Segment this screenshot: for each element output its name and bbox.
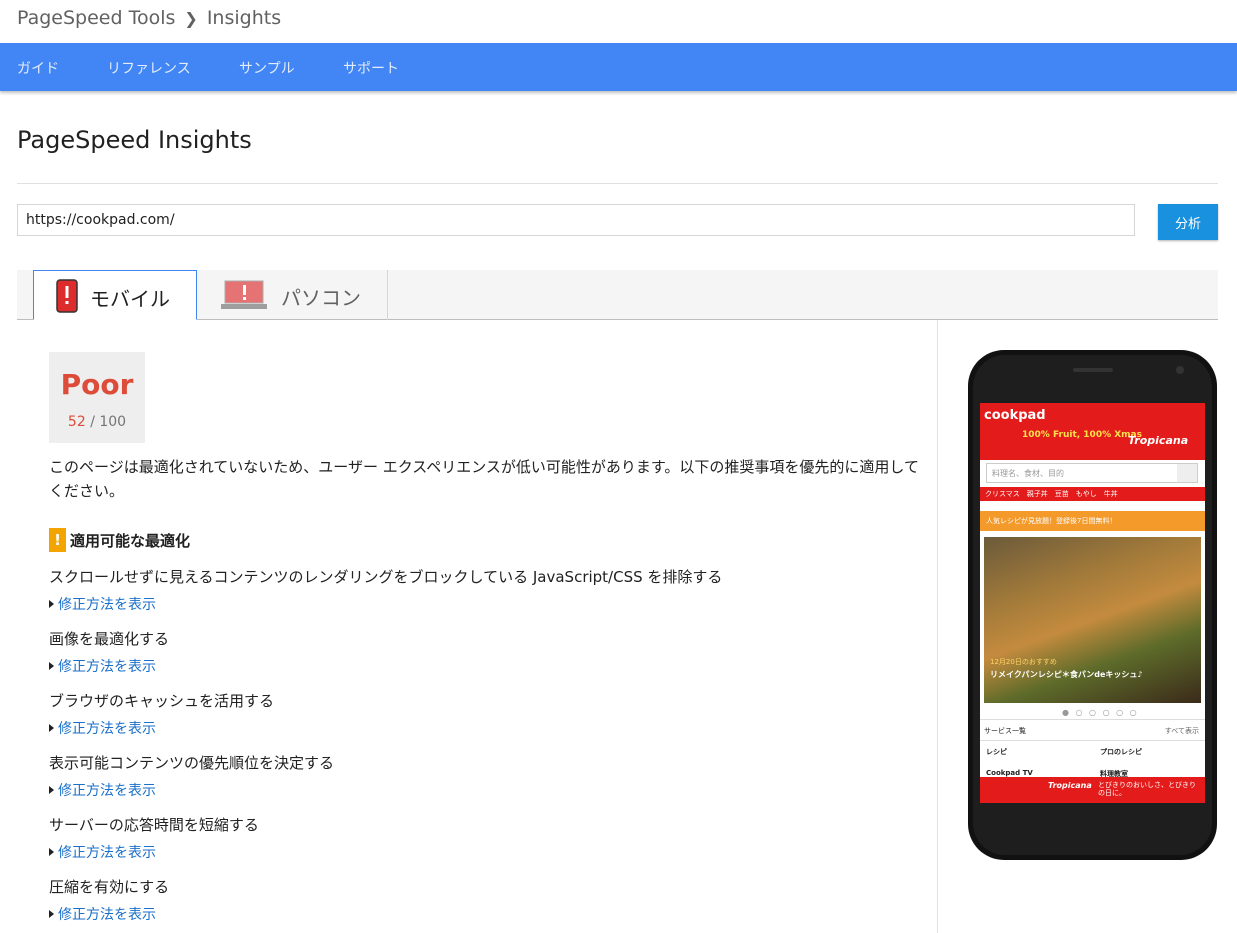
preview-cell: Cookpad TV [986, 769, 1033, 777]
show-fix-label: 修正方法を表示 [58, 907, 156, 923]
preview-food-photo: 12月20日のおすすめ リメイクパンレシピ＊食パンdeキッシュ♪ [984, 537, 1201, 703]
preview-footer-text: とびきりのおいしさ、とびきりの日に。 [1098, 781, 1196, 797]
page-title: PageSpeed Insights [17, 126, 252, 154]
show-fix-link[interactable]: 修正方法を表示 [49, 594, 156, 614]
show-fix-label: 修正方法を表示 [58, 597, 156, 613]
preview-search-placeholder: 料理名、食材、目的 [992, 469, 1064, 478]
top-bar: PageSpeed Tools ❯ Insights [0, 0, 1237, 43]
preview-cell: レシピ [986, 748, 1007, 756]
show-fix-link[interactable]: 修正方法を表示 [49, 656, 156, 676]
nav-item-support[interactable]: サポート [343, 58, 399, 78]
preview-banner: 人気レシピが見放題！登録後7日間無料！ [980, 511, 1205, 531]
show-fix-label: 修正方法を表示 [58, 783, 156, 799]
rule-title: ブラウザのキャッシュを活用する [49, 692, 275, 710]
desktop-warning-icon [221, 280, 267, 309]
rule-title: 表示可能コンテンツの優先順位を決定する [49, 754, 335, 772]
mobile-warning-icon [56, 279, 78, 313]
nav-item-reference[interactable]: リファレンス [107, 58, 191, 78]
top-nav: ガイド リファレンス サンプル サポート [0, 43, 1237, 91]
show-fix-label: 修正方法を表示 [58, 845, 156, 861]
score-number: 52 / 100 [49, 414, 145, 430]
score-box: Poor 52 / 100 [49, 352, 145, 443]
show-fix-label: 修正方法を表示 [58, 659, 156, 675]
score-max: / 100 [90, 414, 127, 430]
phone-speaker [1073, 368, 1113, 372]
mobile-screenshot-preview: cookpad 100% Fruit, 100% Xmas Tropicana … [980, 403, 1205, 803]
show-fix-label: 修正方法を表示 [58, 721, 156, 737]
rule-title: スクロールせずに見えるコンテンツのレンダリングをブロックしている JavaScr… [49, 568, 723, 586]
preview-carousel-dots: ● ○ ○ ○ ○ ○ [1062, 708, 1139, 717]
triangle-right-icon [49, 848, 54, 856]
preview-services-all: すべて表示 [1164, 727, 1199, 735]
analyze-button[interactable]: 分析 [1158, 204, 1218, 240]
rule-title: サーバーの応答時間を短縮する [49, 816, 259, 834]
preview-footer-ad: Tropicana とびきりのおいしさ、とびきりの日に。 [980, 777, 1205, 803]
nav-item-samples[interactable]: サンプル [239, 58, 295, 78]
score-label: Poor [60, 368, 134, 401]
show-fix-link[interactable]: 修正方法を表示 [49, 842, 156, 862]
divider [17, 183, 1218, 184]
preview-services-title: サービス一覧 [984, 727, 1026, 735]
phone-camera [1176, 366, 1184, 374]
score-value: 52 [67, 414, 86, 430]
preview-header: cookpad 100% Fruit, 100% Xmas Tropicana [980, 403, 1205, 460]
show-fix-link[interactable]: 修正方法を表示 [49, 718, 156, 738]
preview-photo-title: リメイクパンレシピ＊食パンdeキッシュ♪ [990, 670, 1143, 679]
rule-title: 画像を最適化する [49, 630, 170, 648]
preview-keywords: クリスマス 親子丼 豆苗 もやし 牛丼 [980, 487, 1205, 501]
triangle-right-icon [49, 724, 54, 732]
url-input[interactable] [18, 205, 1124, 235]
device-tabs: モバイル パソコン [17, 270, 1218, 320]
preview-services: サービス一覧 すべて表示 [980, 719, 1205, 741]
chevron-right-icon: ❯ [184, 9, 198, 28]
triangle-right-icon [49, 786, 54, 794]
preview-photo-date: 12月20日のおすすめ [990, 658, 1057, 666]
tab-desktop-label: パソコン [281, 286, 361, 310]
preview-promo: 100% Fruit, 100% Xmas [1022, 430, 1142, 440]
summary-text: このページは最適化されていないため、ユーザー エクスペリエンスが低い可能性があり… [49, 458, 919, 500]
nav-item-guide[interactable]: ガイド [17, 58, 59, 78]
tab-desktop[interactable]: パソコン [197, 270, 388, 320]
preview-search-icon [1177, 464, 1197, 482]
tab-mobile[interactable]: モバイル [33, 270, 197, 320]
breadcrumb: PageSpeed Tools ❯ Insights [17, 7, 281, 29]
section-title: 適用可能な最適化 [70, 532, 191, 550]
show-fix-link[interactable]: 修正方法を表示 [49, 780, 156, 800]
preview-search: 料理名、食材、目的 [986, 463, 1198, 483]
tab-mobile-label: モバイル [90, 287, 170, 311]
tropicana-logo: Tropicana [1128, 434, 1189, 447]
triangle-right-icon [49, 662, 54, 670]
column-divider [937, 320, 938, 933]
breadcrumb-current[interactable]: Insights [207, 7, 281, 29]
warning-icon: ! [49, 528, 66, 552]
preview-cell: プロのレシピ [1100, 748, 1142, 756]
breadcrumb-root[interactable]: PageSpeed Tools [17, 7, 175, 29]
cookpad-logo: cookpad [984, 408, 1046, 423]
triangle-right-icon [49, 600, 54, 608]
preview-footer-brand: Tropicana [1048, 781, 1092, 790]
rule-title: 圧縮を有効にする [49, 878, 170, 896]
triangle-right-icon [49, 910, 54, 918]
url-field[interactable] [17, 204, 1135, 236]
show-fix-link[interactable]: 修正方法を表示 [49, 904, 156, 924]
